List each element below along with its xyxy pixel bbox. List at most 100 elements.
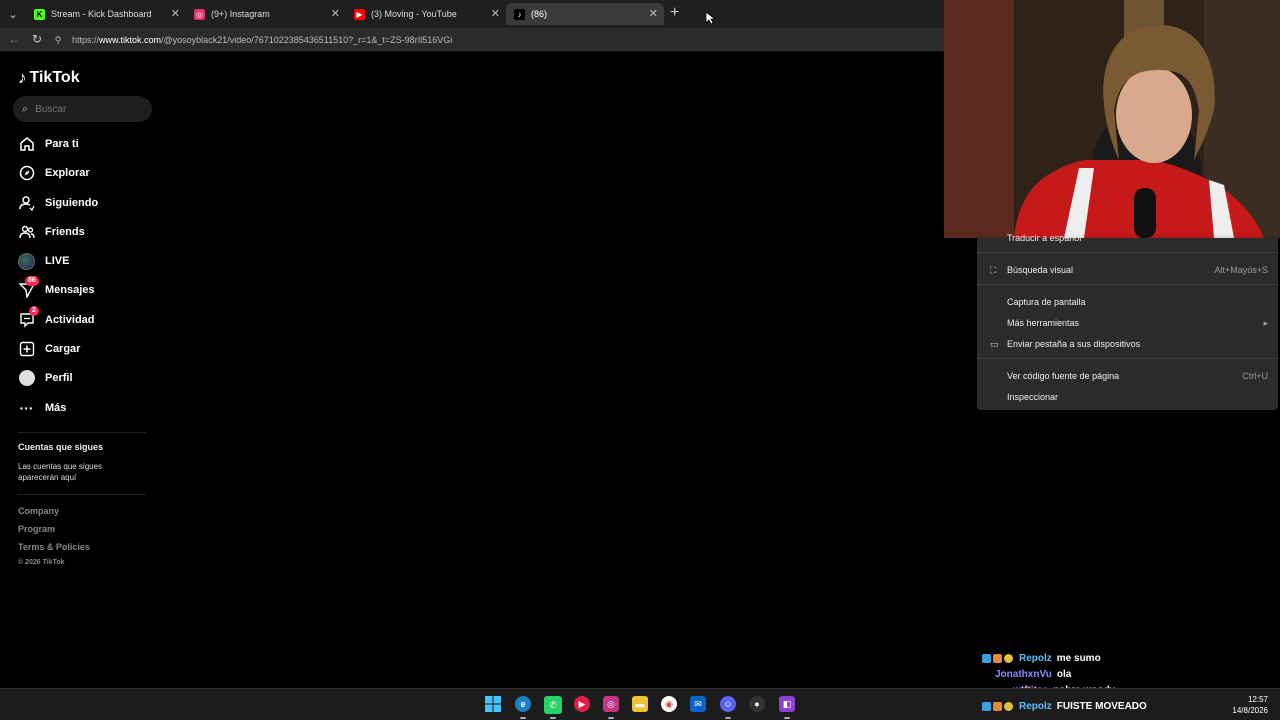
footer-link-program[interactable]: Program (18, 524, 55, 534)
webcam-overlay (944, 0, 1280, 238)
active-indicator (725, 717, 731, 719)
outlook-icon[interactable]: ✉ (690, 696, 706, 712)
send-tab-icon: ▭ (990, 338, 999, 349)
active-indicator (550, 717, 556, 719)
tab-youtube[interactable]: ▶ (3) Moving - YouTube ✕ (346, 3, 506, 25)
friends-icon (18, 224, 35, 241)
nav-item-actividad[interactable]: 2 Actividad (18, 305, 95, 332)
menu-separator (977, 284, 1278, 285)
discord-icon[interactable]: ☺ (720, 696, 736, 712)
tab-tiktok[interactable]: ♪ (86) ✕ (506, 3, 664, 25)
nav-label: LIVE (45, 255, 70, 267)
divider (18, 432, 146, 433)
nav-item-friends[interactable]: Friends (18, 220, 85, 244)
tab-actions-menu-button[interactable]: ⌄ (4, 5, 22, 23)
profile-icon (18, 370, 35, 387)
tab-title: Stream - Kick Dashboard (51, 9, 152, 19)
menu-item-translate[interactable]: Traducir a español (977, 230, 1278, 246)
edge-browser-icon[interactable]: e (515, 696, 531, 712)
clock-time: 12:57 (1247, 695, 1268, 704)
footer-link-terms[interactable]: Terms & Policies (18, 542, 90, 552)
nav-item-perfil[interactable]: Perfil (18, 366, 73, 390)
more-icon: ··· (19, 400, 34, 416)
chat-username: Repolz (1019, 701, 1052, 712)
active-indicator (784, 717, 790, 719)
new-tab-button[interactable]: + (670, 4, 679, 22)
chat-username: JonathxnVu (995, 669, 1052, 680)
recording-app-icon[interactable]: ● (749, 696, 765, 712)
chat-username: Repolz (1019, 653, 1052, 664)
instagram-icon: ◎ (194, 8, 205, 20)
chat-text: me sumo (1056, 653, 1101, 664)
tab-instagram[interactable]: ◎ (9+) Instagram ✕ (186, 3, 346, 25)
kick-icon: K (34, 8, 45, 20)
nav-item-mensajes[interactable]: 86 Mensajes (18, 275, 95, 302)
search-input[interactable] (35, 103, 136, 115)
chat-text: FUISTE MOVEADO (1056, 701, 1147, 712)
chat-text: ola (1056, 669, 1072, 680)
close-icon[interactable]: ✕ (491, 7, 500, 20)
nav-item-live[interactable]: LIVE (18, 249, 69, 273)
nav-item-cargar[interactable]: Cargar (18, 337, 80, 361)
tiktok-logo[interactable]: ♪ TikTok (18, 68, 80, 88)
menu-separator (977, 252, 1278, 253)
mouse-cursor-icon (706, 12, 715, 25)
url-prefix: https:// (72, 35, 100, 45)
tiktok-sidebar: ♪ TikTok ⌕ Para ti Explorar Siguiendo Fr… (0, 52, 160, 686)
nav-label: Para ti (45, 138, 79, 150)
chat-badges (982, 654, 1015, 663)
menu-item-more-tools[interactable]: Más herramientas ▸ (977, 313, 1278, 333)
chrome-icon[interactable]: ◉ (661, 696, 677, 712)
instagram-app-icon[interactable]: ◎ (603, 696, 619, 712)
menu-item-inspect[interactable]: Inspeccionar (977, 387, 1278, 407)
back-icon[interactable]: ← (8, 32, 20, 46)
tab-title: (9+) Instagram (211, 9, 270, 19)
reload-icon[interactable]: ↻ (32, 32, 42, 46)
menu-item-screenshot[interactable]: Captura de pantalla (977, 292, 1278, 312)
logo-text: TikTok (29, 69, 80, 86)
streaming-app-icon[interactable]: ◧ (779, 696, 795, 712)
moderator-badge-icon (982, 702, 991, 711)
nav-label: Más (45, 402, 67, 414)
file-explorer-icon[interactable]: ▬ (632, 696, 648, 712)
youtube-icon: ▶ (354, 8, 365, 20)
close-icon[interactable]: ✕ (649, 7, 658, 20)
home-icon (18, 136, 35, 153)
menu-item-view-source[interactable]: Ver código fuente de página Ctrl+U (977, 366, 1278, 386)
coin-badge-icon (1004, 654, 1013, 663)
divider (18, 494, 146, 495)
close-icon[interactable]: ✕ (171, 7, 180, 20)
sword-badge-icon (993, 702, 1002, 711)
tiktok-logo-icon: ♪ (18, 68, 27, 87)
nav-item-para-ti[interactable]: Para ti (18, 132, 79, 156)
close-icon[interactable]: ✕ (331, 7, 340, 20)
visual-search-icon: ⛶ (990, 264, 997, 275)
menu-item-send-tab[interactable]: ▭ Enviar pestaña a sus dispositivos (977, 334, 1278, 354)
system-clock[interactable]: 12:57 14/8/2026 (1232, 694, 1268, 716)
media-player-icon[interactable]: ▶ (574, 696, 590, 712)
nav-item-mas[interactable]: ··· Más (18, 396, 67, 420)
search-box[interactable]: ⌕ (13, 96, 152, 122)
menu-item-visual-search[interactable]: ⛶ Búsqueda visual Alt+Mayús+S (977, 260, 1278, 280)
upload-icon (18, 341, 35, 358)
nav-item-explorar[interactable]: Explorar (18, 161, 90, 185)
site-info-icon[interactable]: ⚲ (52, 35, 64, 46)
nav-item-siguiendo[interactable]: Siguiendo (18, 191, 98, 215)
nav-label: Explorar (45, 167, 90, 179)
nav-label: Perfil (45, 372, 73, 384)
windows-start-icon[interactable] (485, 696, 501, 712)
url-host: www.tiktok.com (99, 35, 162, 45)
tab-title: (86) (531, 9, 548, 19)
whatsapp-icon[interactable]: ✆ (544, 696, 562, 714)
menu-separator (977, 358, 1278, 359)
activity-icon: 2 (18, 305, 39, 329)
activity-badge: 2 (29, 305, 39, 316)
coin-badge-icon (1004, 702, 1013, 711)
tab-kick-dashboard[interactable]: K Stream - Kick Dashboard ✕ (26, 3, 186, 25)
url-input[interactable]: ⚲ https://www.tiktok.com/@yosoyblack21/v… (52, 31, 952, 49)
messages-icon: 86 (18, 275, 39, 299)
footer-link-company[interactable]: Company (18, 506, 59, 516)
nav-label: Cargar (45, 343, 81, 355)
following-section-title: Cuentas que sigues (18, 442, 104, 452)
nav-label: Friends (45, 226, 85, 238)
